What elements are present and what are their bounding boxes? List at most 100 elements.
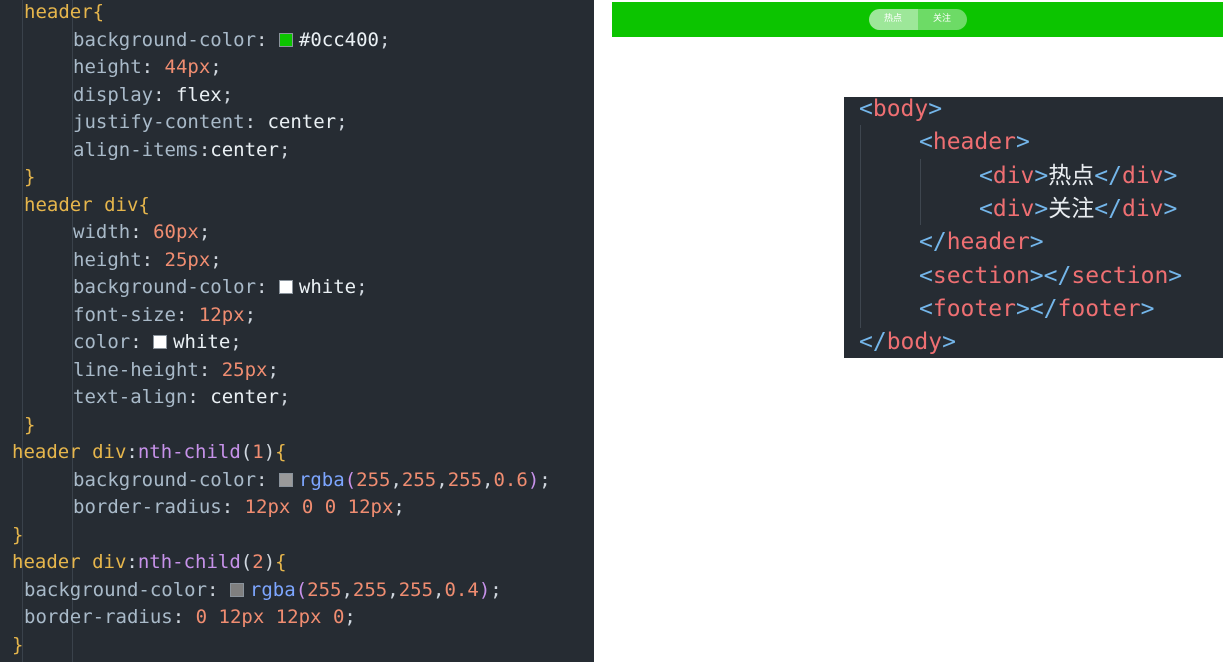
code-token: 0: [301, 496, 314, 518]
code-token: <: [859, 97, 873, 122]
code-token: :: [172, 606, 196, 628]
code-token: >: [942, 329, 956, 356]
code-token: ,: [387, 578, 399, 601]
code-token: div: [992, 162, 1035, 189]
code-token: >: [1029, 262, 1044, 289]
code-token: width: [73, 221, 131, 243]
code-token: header: [24, 1, 93, 23]
code-token: {: [275, 551, 287, 573]
code-token: 255: [356, 468, 391, 491]
html-code-line: <body>: [859, 97, 942, 126]
code-token: :: [256, 28, 279, 51]
html-code-snippet[interactable]: <body> <header> <div>热点</div> <div>关注</div>…: [844, 97, 1223, 358]
code-token: 0.6: [493, 468, 528, 491]
code-token: :: [244, 111, 268, 133]
code-token: :: [126, 441, 138, 463]
code-token: ): [263, 441, 276, 463]
tab-hot[interactable]: 热点: [868, 9, 918, 30]
code-token: white: [298, 276, 357, 298]
code-token: <: [979, 195, 993, 222]
code-token: white: [173, 331, 231, 353]
code-token: 60px: [153, 221, 199, 243]
code-token: :: [141, 56, 165, 78]
code-token: :: [130, 331, 154, 353]
html-code-line: </header>: [919, 226, 1044, 259]
indent-guide: [860, 125, 861, 328]
css-code-editor[interactable]: header{background-color: #0cc400; height:…: [0, 0, 594, 662]
color-swatch-icon: [278, 32, 293, 47]
code-token: 255: [307, 578, 342, 601]
code-token: background-color: [73, 276, 257, 298]
code-token: >: [1015, 129, 1030, 156]
code-token: 0: [324, 496, 337, 518]
code-token: (: [344, 468, 357, 491]
code-token: 25px: [221, 358, 268, 381]
code-token: border-radius: [73, 496, 222, 518]
code-token: {: [138, 193, 150, 216]
css-code-line: border-radius: 0 12px 12px 0;: [24, 604, 356, 631]
code-token: flex: [175, 83, 222, 106]
color-swatch-icon: [278, 280, 293, 294]
code-token: header div: [24, 193, 139, 216]
color-swatch-icon: [278, 472, 293, 487]
code-token: footer: [932, 295, 1016, 322]
code-token: {: [92, 1, 105, 23]
code-token: nth-child: [137, 441, 241, 463]
css-code-line: }: [12, 632, 23, 659]
code-token: ;: [539, 468, 551, 491]
code-token: >: [1168, 262, 1183, 289]
code-token: >: [1029, 229, 1044, 256]
code-token: >: [1034, 195, 1049, 222]
code-token: </: [1094, 162, 1122, 189]
code-token: 255: [352, 578, 388, 601]
code-token: ;: [210, 56, 222, 78]
code-token: ;: [344, 606, 356, 628]
css-code-line: font-size: 12px;: [73, 302, 256, 329]
code-token: ): [478, 578, 491, 601]
html-code-line: </body>: [859, 326, 956, 358]
code-token: 1: [252, 441, 264, 463]
code-token: ,: [390, 468, 402, 491]
code-token: >: [1163, 195, 1178, 222]
code-token: header div: [12, 441, 127, 463]
code-token: >: [1163, 162, 1178, 189]
code-token: }: [12, 633, 24, 656]
indent-guide: [920, 159, 921, 225]
css-code-line: text-align: center;: [73, 384, 290, 411]
css-code-line: height: 25px;: [73, 247, 222, 274]
code-token: nth-child: [137, 551, 241, 573]
html-code-line: <div>关注</div>: [979, 193, 1177, 226]
code-token: ,: [341, 578, 353, 601]
code-token: header div: [12, 551, 127, 573]
css-code-line: header div:nth-child(2){: [12, 549, 287, 576]
code-token: height: [73, 248, 142, 271]
code-token: :: [207, 578, 230, 601]
css-code-line: width: 60px;: [73, 219, 210, 246]
code-token: :: [153, 83, 176, 106]
code-token: ;: [379, 28, 391, 51]
code-token: }: [24, 413, 36, 436]
code-token: 关注: [1048, 195, 1095, 222]
preview-header-bar: 热点 关注: [612, 2, 1223, 37]
code-token: background-color: [73, 468, 257, 491]
code-token: (: [295, 578, 308, 601]
code-token: :: [175, 303, 199, 326]
code-token: div: [992, 195, 1035, 222]
code-token: 2: [252, 551, 264, 573]
code-token: font-size: [73, 303, 176, 326]
css-code-line: display: flex;: [73, 82, 233, 109]
code-token: ;: [336, 111, 348, 133]
code-token: }: [24, 166, 36, 188]
tab-follow[interactable]: 关注: [917, 9, 967, 30]
code-token: :: [256, 276, 279, 298]
code-token: <: [919, 129, 933, 156]
html-code-line: <div>热点</div>: [979, 160, 1177, 193]
code-token: ,: [436, 468, 448, 491]
css-code-line: height: 44px;: [73, 54, 222, 81]
css-code-line: align-items:center;: [73, 137, 290, 164]
code-token: :: [221, 496, 245, 518]
css-code-line: line-height: 25px;: [73, 357, 279, 384]
